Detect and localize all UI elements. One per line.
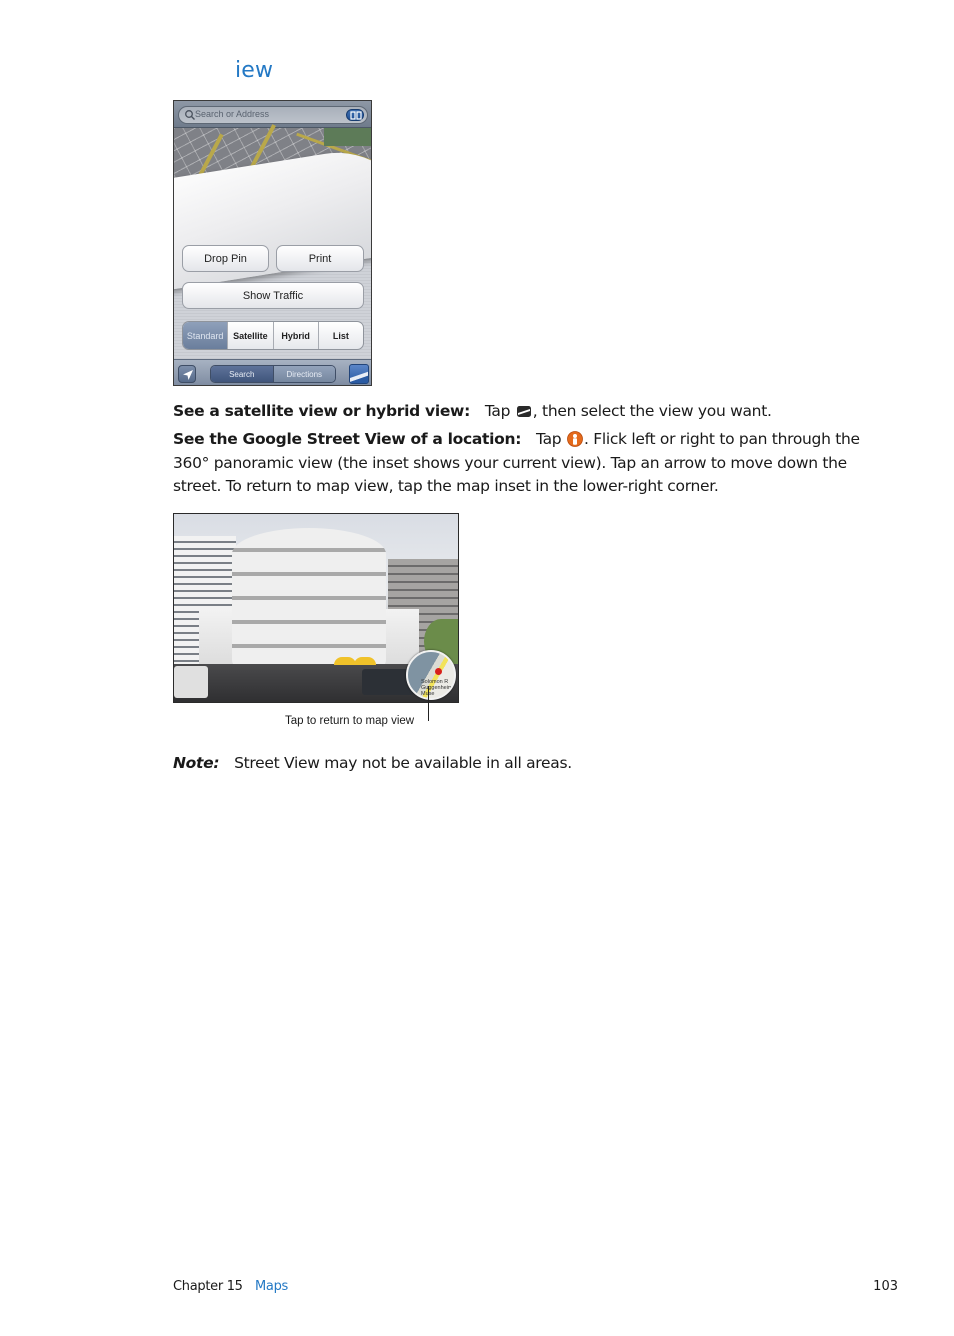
footer-chapter: Chapter 15 — [173, 1279, 243, 1294]
search-tab[interactable]: Search — [211, 366, 273, 382]
inset-label: Solomon R Guggenheim Muse — [421, 679, 453, 697]
satellite-instruction-text: , then select the view you want. — [532, 402, 772, 420]
view-mode-standard[interactable]: Standard — [183, 322, 228, 349]
street-view-icon — [567, 431, 583, 447]
view-mode-satellite[interactable]: Satellite — [227, 322, 272, 349]
note-text: Street View may not be available in all … — [234, 754, 572, 772]
show-traffic-button[interactable]: Show Traffic — [182, 282, 364, 309]
street-view-photo: Solomon R Guggenheim Muse — [173, 513, 459, 703]
search-placeholder: Search or Address — [195, 109, 270, 119]
street-view-instructions: See the Google Street View of a location… — [173, 428, 863, 499]
satellite-view-instructions: See a satellite view or hybrid view: Tap… — [173, 400, 873, 424]
vendor-umbrella — [334, 657, 356, 665]
search-directions-toggle: Search Directions — [210, 365, 336, 383]
view-mode-hybrid[interactable]: Hybrid — [272, 322, 318, 349]
search-input[interactable]: Search or Address — [178, 106, 368, 124]
drop-pin-button[interactable]: Drop Pin — [182, 245, 269, 272]
section-heading: iew — [235, 58, 274, 83]
page-curl-button[interactable] — [349, 364, 369, 384]
street-view-tap-text: Tap — [535, 430, 566, 448]
bookmarks-icon — [350, 111, 362, 120]
note-label: Note: — [173, 754, 230, 772]
map-inset[interactable]: Solomon R Guggenheim Muse — [406, 650, 456, 700]
page-curl-icon — [516, 406, 531, 417]
view-mode-selector: Standard Satellite Hybrid List — [182, 321, 364, 350]
street-view-label: See the Google Street View of a location… — [173, 430, 532, 448]
guggenheim-rotunda — [232, 528, 386, 668]
truck — [174, 666, 208, 698]
map-pin-icon — [435, 668, 442, 675]
satellite-view-label: See a satellite view or hybrid view: — [173, 402, 481, 420]
current-location-button[interactable] — [178, 365, 196, 383]
footer-section-link[interactable]: Maps — [255, 1279, 288, 1294]
vendor-umbrella — [354, 657, 376, 665]
page-curl-icon — [350, 371, 368, 383]
directions-tab[interactable]: Directions — [272, 366, 335, 382]
note: Note: Street View may not be available i… — [173, 752, 572, 775]
print-button[interactable]: Print — [276, 245, 364, 272]
maps-options-screenshot: Search or Address Drop Pin Print Show Tr… — [173, 100, 372, 386]
satellite-tap-text: Tap — [484, 402, 515, 420]
callout-label: Tap to return to map view — [285, 715, 415, 727]
callout-line — [428, 686, 429, 721]
view-mode-list[interactable]: List — [317, 322, 363, 349]
page-number: 103 — [873, 1279, 898, 1294]
bookmarks-button[interactable] — [346, 109, 364, 121]
location-arrow-icon — [183, 370, 193, 380]
bottom-toolbar: Search Directions — [174, 359, 371, 385]
